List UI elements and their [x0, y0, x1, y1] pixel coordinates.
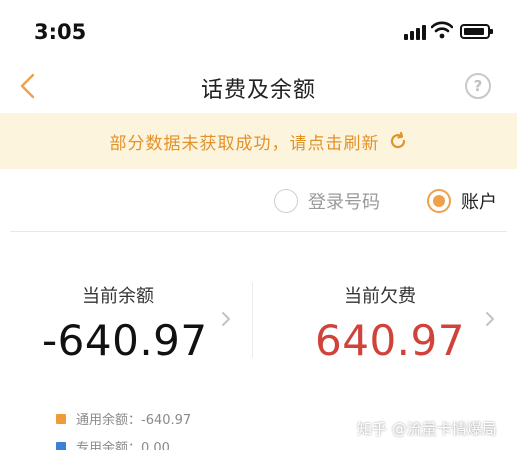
notice-text: 部分数据未获取成功，请点击刷新 [109, 133, 380, 154]
current-arrears-value: 640.97 [315, 316, 465, 365]
current-balance-value: -640.97 [42, 316, 208, 365]
legend-swatch [56, 441, 66, 450]
phone-screen: 3:05 话费及余额 ? 部分数据未获取成功，请点击刷新 登录号码 账户 当前余… [0, 0, 517, 450]
radio-label-account: 账户 [461, 192, 497, 213]
refresh-icon[interactable] [388, 131, 408, 151]
status-time: 3:05 [34, 20, 87, 44]
chevron-right-icon [486, 312, 494, 326]
signal-icon [404, 24, 426, 40]
divider [10, 231, 507, 232]
legend-label: 专用余额：0.00 [76, 441, 170, 450]
radio-login-number[interactable]: 登录号码 [274, 186, 380, 216]
radio-label-login-number: 登录号码 [308, 192, 380, 213]
current-arrears-label: 当前欠费 [344, 286, 416, 307]
panel-divider [252, 282, 253, 358]
page-title: 话费及余额 [200, 78, 316, 103]
legend-general-balance: 通用余额：-640.97 [56, 409, 191, 428]
watermark: 知乎 @流量卡情爆局 [357, 420, 497, 438]
legend-label: 通用余额：-640.97 [76, 413, 192, 428]
help-icon[interactable]: ? [465, 73, 491, 99]
status-bar: 3:05 [0, 0, 517, 60]
wifi-icon [431, 21, 453, 39]
current-balance-panel[interactable]: 当前余额 -640.97 [0, 268, 252, 378]
battery-icon [460, 24, 493, 39]
current-arrears-panel[interactable]: 当前欠费 640.97 [256, 268, 517, 378]
nav-bar: 话费及余额 ? [0, 60, 517, 112]
legend-swatch [56, 413, 66, 424]
radio-account[interactable]: 账户 [427, 186, 497, 216]
number-type-selector: 登录号码 账户 [0, 180, 517, 222]
radio-unchecked-icon[interactable] [274, 189, 298, 213]
chevron-right-icon [222, 312, 230, 326]
legend-dedicated-balance: 专用余额：0.00 [56, 437, 170, 450]
radio-checked-icon[interactable] [427, 189, 451, 213]
refresh-notice-banner[interactable]: 部分数据未获取成功，请点击刷新 [0, 113, 517, 169]
